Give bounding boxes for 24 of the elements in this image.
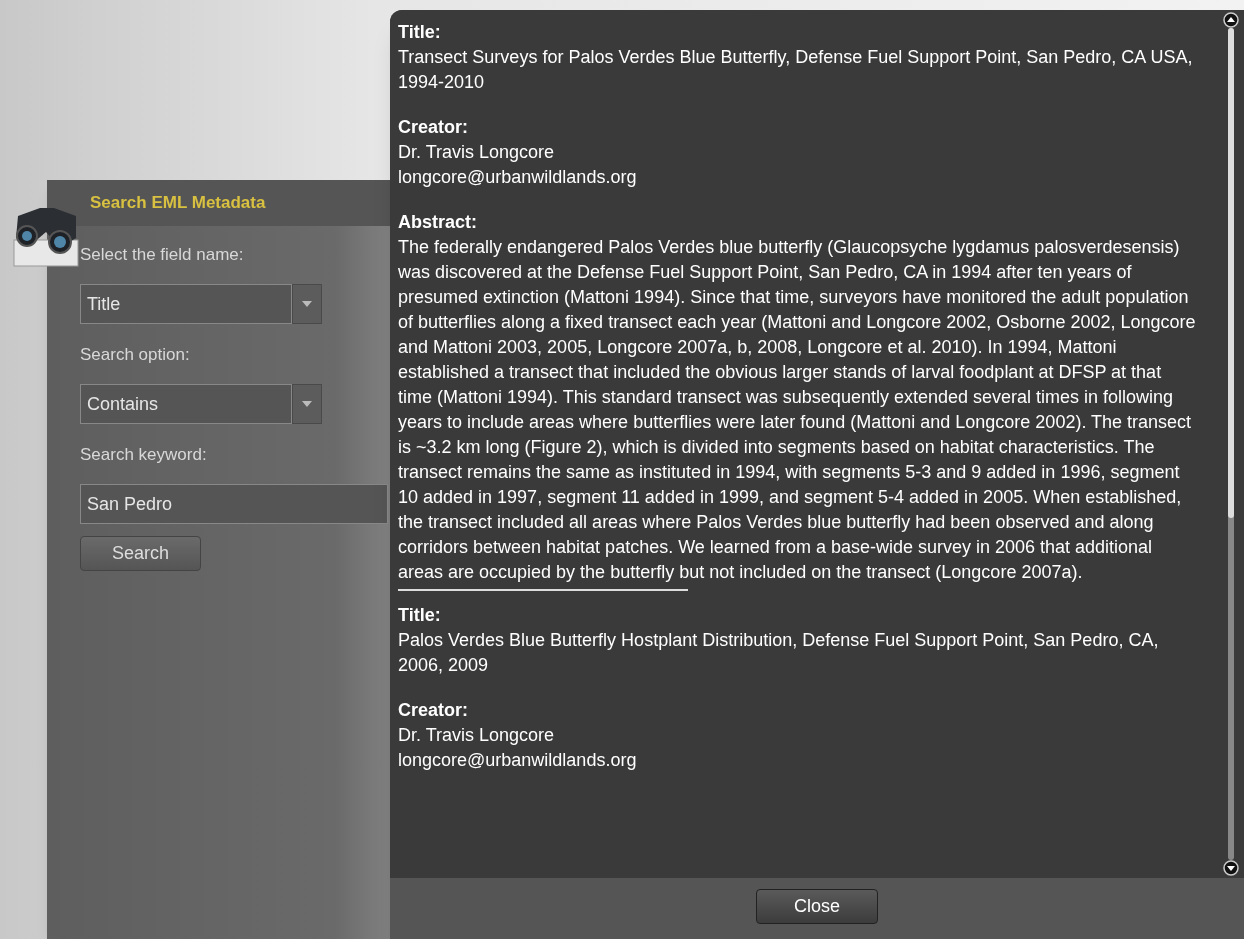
close-button[interactable]: Close	[756, 889, 878, 924]
record-title: Transect Surveys for Palos Verdes Blue Butterfly, Defense Fuel Support Point, San Pedro, CA USA, 1994-2010	[398, 46, 1194, 94]
creator-text: longcore@urbanwildlands.org	[398, 166, 638, 189]
section-label: Abstract:	[398, 211, 478, 234]
scroll-up-icon[interactable]	[1223, 12, 1239, 28]
creator-text: Dr. Travis Longcore	[398, 141, 556, 164]
field-label: Select the field name:	[80, 244, 244, 266]
field-label: Search keyword:	[80, 444, 207, 466]
record-title: Palos Verdes Blue Butterfly Hostplant Distribution, Defense Fuel Support Point, San Pedro, CA, 2006, 2009	[398, 629, 1160, 677]
section-label: Creator:	[398, 116, 469, 139]
creator-text: longcore@urbanwildlands.org	[398, 749, 638, 772]
search-button[interactable]: Search	[80, 536, 201, 571]
scrollbar-thumb[interactable]	[1228, 28, 1234, 518]
field-label: Search option:	[80, 344, 190, 366]
section-label: Creator:	[398, 699, 469, 722]
section-label: Title:	[398, 21, 442, 44]
caret-icon	[302, 401, 312, 407]
section-label: Title:	[398, 604, 442, 627]
creator-text: Dr. Travis Longcore	[398, 724, 556, 747]
scroll-down-icon[interactable]	[1223, 860, 1239, 876]
panel-title: Search EML Metadata	[90, 192, 266, 215]
abstract-text: The federally endangered Palos Verdes blue butterfly (Glaucopsyche lygdamus palosverdesensis) was discovered at the Defense Fuel Support Point, San Pedro, CA in 1994 after ten years of presumed extinction (Mattoni 1994). Since that time, surveyors have monitored the adult population of butterflies along a fixed transect each year (Mattoni and Longcore 2002, Osborne 2002, Longcore and Mattoni 2003, 2005, Longcore 2007a, b, 2008, Longcore et al. 2010). In 1994, Mattoni established a transect that included the obvious larger stands of larval foodplant at DFSP at that time (Mattoni 1994). This standard transect was subsequently extended several times in following years to include areas where butterflies were later found (Mattoni and Longcore 2002). The transect is ~3.2 km long (Figure 2), which is divided into segments based on habitat characteristics. The transect remains the same as instituted in 1994, with segments 5-3 and 9 added in 1996, segment 10 added in 1997, segment 11 added in 1999, and segment 5-4 added in 2005. When established, the transect included all areas where Palos Verdes blue butterfly had been observed and along corridors between habitat patches. We learned from a base-wide survey in 2006 that additional areas are occupied by the butterfly but not included on the transect (Longcore 2007a).	[398, 236, 1197, 584]
caret-icon	[302, 301, 312, 307]
keyword-field[interactable]: San Pedro	[80, 484, 388, 524]
